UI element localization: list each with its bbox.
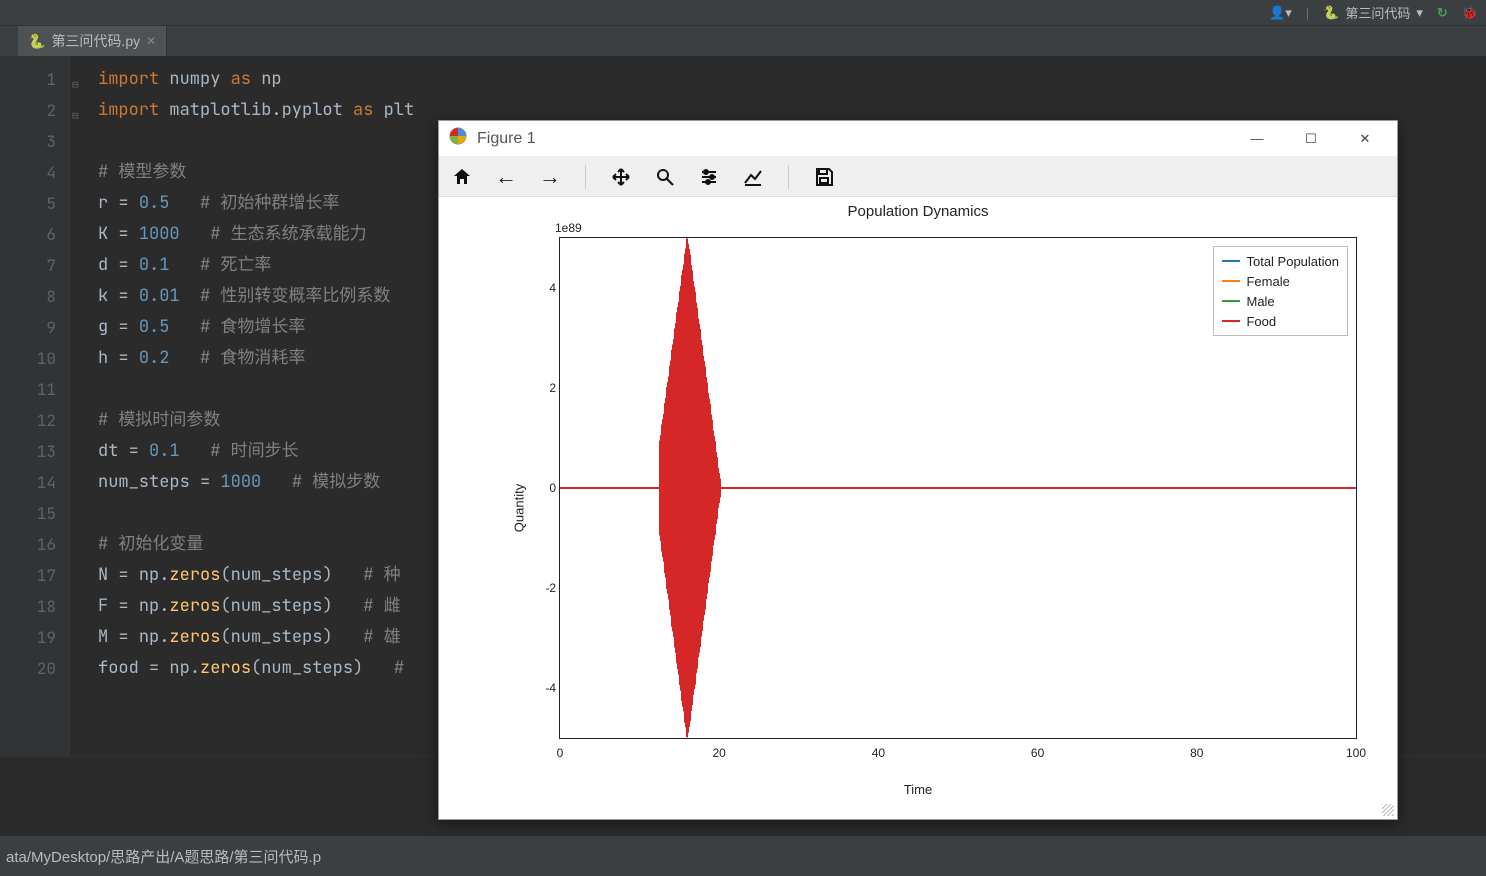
- legend-label: Male: [1246, 294, 1274, 309]
- y-axis-offset: 1e89: [555, 221, 582, 235]
- legend-swatch: [1222, 280, 1240, 282]
- tab-filename: 第三问代码.py: [51, 31, 140, 51]
- y-tick: 4: [530, 281, 556, 295]
- run-config-label: 第三问代码: [1345, 3, 1410, 22]
- minimize-icon[interactable]: —: [1249, 131, 1265, 147]
- axes-box: 020406080100-4-2024Total PopulationFemal…: [559, 237, 1357, 739]
- x-axis-label: Time: [904, 782, 932, 797]
- legend-swatch: [1222, 300, 1240, 302]
- close-icon[interactable]: ✕: [146, 34, 156, 48]
- toolbar-separator: [788, 165, 789, 189]
- plot-canvas[interactable]: Population Dynamics 1e89 Quantity Time 0…: [439, 197, 1397, 819]
- close-icon[interactable]: ✕: [1357, 131, 1373, 147]
- back-icon[interactable]: ←: [495, 166, 517, 188]
- legend-label: Food: [1246, 314, 1276, 329]
- x-tick: 80: [1190, 746, 1203, 760]
- debug-icon[interactable]: 🐞: [1462, 5, 1478, 21]
- figure-titlebar[interactable]: Figure 1 — ☐ ✕: [439, 121, 1397, 157]
- toolbar-divider: |: [1306, 5, 1309, 20]
- legend-item: Male: [1222, 291, 1339, 311]
- resize-grip[interactable]: [1382, 804, 1394, 816]
- y-tick: 2: [530, 381, 556, 395]
- legend: Total Population Female Male Food: [1213, 246, 1348, 336]
- home-icon[interactable]: [451, 166, 473, 188]
- maximize-icon[interactable]: ☐: [1303, 131, 1319, 147]
- x-tick: 40: [872, 746, 885, 760]
- status-path: ata/MyDesktop/思路产出/A题思路/第三问代码.p: [6, 846, 321, 867]
- run-config-dropdown[interactable]: 🐍 第三问代码 ▾: [1323, 3, 1423, 22]
- figure-toolbar: ← →: [439, 157, 1397, 197]
- status-bar: ata/MyDesktop/思路产出/A题思路/第三问代码.p: [0, 836, 1486, 876]
- tab-file[interactable]: 🐍 第三问代码.py ✕: [18, 26, 167, 56]
- configure-icon[interactable]: [698, 166, 720, 188]
- y-tick: -2: [530, 581, 556, 595]
- food-burst: [719, 484, 721, 492]
- toolbar-separator: [585, 165, 586, 189]
- chart-title: Population Dynamics: [848, 203, 989, 220]
- chevron-down-icon: ▾: [1416, 5, 1423, 21]
- user-icon[interactable]: 👤▾: [1269, 5, 1292, 21]
- editor-tabs: 🐍 第三问代码.py ✕: [0, 26, 1486, 56]
- y-axis-label: Quantity: [512, 484, 527, 532]
- y-tick: 0: [530, 481, 556, 495]
- figure-window[interactable]: Figure 1 — ☐ ✕ ← → Population Dynamics 1…: [438, 120, 1398, 820]
- x-tick: 20: [713, 746, 726, 760]
- x-tick: 60: [1031, 746, 1044, 760]
- matplotlib-icon: [449, 127, 467, 150]
- y-tick: -4: [530, 681, 556, 695]
- run-icon[interactable]: ↻: [1437, 5, 1448, 21]
- forward-icon[interactable]: →: [539, 166, 561, 188]
- legend-label: Total Population: [1246, 254, 1339, 269]
- axes-frame: 020406080100-4-2024Total PopulationFemal…: [559, 237, 1357, 739]
- zoom-icon[interactable]: [654, 166, 676, 188]
- plot-config-icon[interactable]: [742, 166, 764, 188]
- x-tick: 0: [557, 746, 564, 760]
- legend-swatch: [1222, 320, 1240, 322]
- figure-title: Figure 1: [477, 130, 536, 148]
- x-tick: 100: [1346, 746, 1366, 760]
- ide-toolbar: 👤▾ | 🐍 第三问代码 ▾ ↻ 🐞: [0, 0, 1486, 26]
- legend-label: Female: [1246, 274, 1289, 289]
- save-icon[interactable]: [813, 166, 835, 188]
- python-icon: 🐍: [1323, 5, 1339, 21]
- pan-icon[interactable]: [610, 166, 632, 188]
- legend-swatch: [1222, 260, 1240, 262]
- python-file-icon: 🐍: [28, 33, 45, 50]
- legend-item: Food: [1222, 311, 1339, 331]
- legend-item: Female: [1222, 271, 1339, 291]
- legend-item: Total Population: [1222, 251, 1339, 271]
- line-number-gutter: 1234567891011121314151617181920: [0, 56, 70, 756]
